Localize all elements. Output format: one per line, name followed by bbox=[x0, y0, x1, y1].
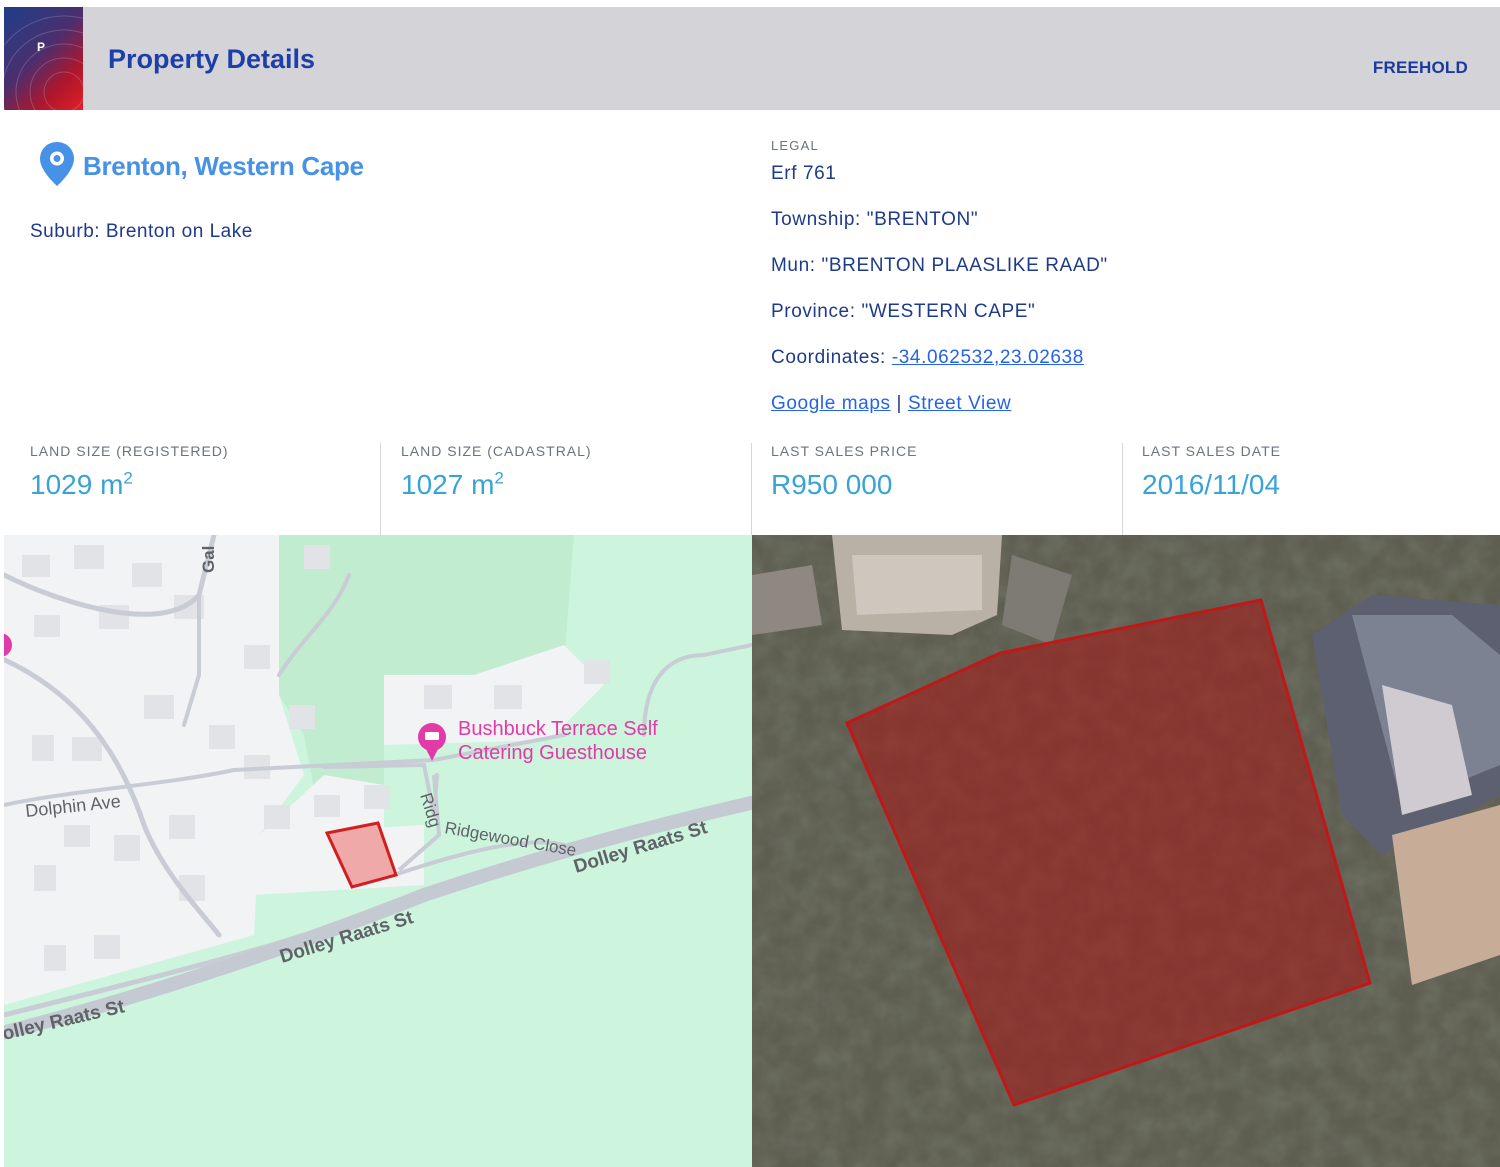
logo-letter: P bbox=[37, 40, 46, 54]
street-map-canvas: Bushbuck Terrace Self Catering Guesthous… bbox=[4, 535, 752, 1167]
satellite-map[interactable] bbox=[752, 535, 1500, 1167]
property-details-card: P Property Details FREEHOLD Brenton, Wes… bbox=[4, 7, 1500, 1167]
location-pin-icon bbox=[40, 142, 74, 186]
poi-label-line1[interactable]: Bushbuck Terrace Self bbox=[458, 718, 658, 740]
location-title: Brenton, Western Cape bbox=[83, 151, 364, 181]
coordinates-link[interactable]: -34.062532,23.02638 bbox=[892, 347, 1084, 368]
stat-value: 1027 m2 bbox=[401, 468, 504, 500]
map-links-row: Google maps | Street View bbox=[771, 393, 1011, 415]
stat-label: LAST SALES PRICE bbox=[771, 443, 918, 459]
stat-land-size-cadastral: LAND SIZE (CADASTRAL) 1027 m2 bbox=[401, 443, 592, 535]
header-bar: P Property Details FREEHOLD bbox=[4, 7, 1500, 110]
tenure-badge: FREEHOLD bbox=[1372, 58, 1468, 77]
stat-divider bbox=[751, 443, 752, 535]
stat-label: LAND SIZE (CADASTRAL) bbox=[401, 443, 592, 459]
satellite-map-canvas bbox=[752, 535, 1500, 1167]
stat-last-sales-date: LAST SALES DATE 2016/11/04 bbox=[1142, 443, 1281, 535]
stat-label: LAND SIZE (REGISTERED) bbox=[30, 443, 229, 459]
page-title: Property Details bbox=[108, 44, 316, 74]
stat-divider bbox=[1122, 443, 1123, 535]
province-text: Province: "WESTERN CAPE" bbox=[771, 301, 1036, 322]
google-maps-link[interactable]: Google maps bbox=[771, 393, 891, 414]
township-text: Township: "BRENTON" bbox=[771, 209, 979, 230]
stat-value: R950 000 bbox=[771, 469, 893, 500]
suburb-text: Suburb: Brenton on Lake bbox=[30, 221, 253, 242]
stat-last-sales-price: LAST SALES PRICE R950 000 bbox=[771, 443, 917, 535]
coordinates-label: Coordinates: bbox=[771, 347, 892, 368]
coordinates-row: Coordinates: -34.062532,23.02638 bbox=[771, 347, 1084, 369]
stat-divider bbox=[380, 443, 381, 535]
legal-label: LEGAL bbox=[771, 138, 819, 153]
street-view-link[interactable]: Street View bbox=[908, 393, 1011, 414]
municipality-text: Mun: "BRENTON PLAASLIKE RAAD" bbox=[771, 255, 1108, 276]
erf-text: Erf 761 bbox=[771, 163, 837, 184]
street-map[interactable]: Bushbuck Terrace Self Catering Guesthous… bbox=[4, 535, 752, 1167]
app-logo[interactable]: P bbox=[4, 7, 83, 110]
stat-value: 2016/11/04 bbox=[1142, 469, 1281, 500]
stat-label: LAST SALES DATE bbox=[1142, 443, 1281, 459]
stat-land-size-registered: LAND SIZE (REGISTERED) 1029 m2 bbox=[30, 443, 229, 535]
link-separator: | bbox=[896, 393, 903, 414]
street-label-gal: Gal bbox=[199, 546, 218, 573]
logo-pattern-icon bbox=[4, 15, 83, 110]
stat-value: 1029 m2 bbox=[30, 468, 133, 500]
poi-label-line2[interactable]: Catering Guesthouse bbox=[458, 742, 647, 764]
